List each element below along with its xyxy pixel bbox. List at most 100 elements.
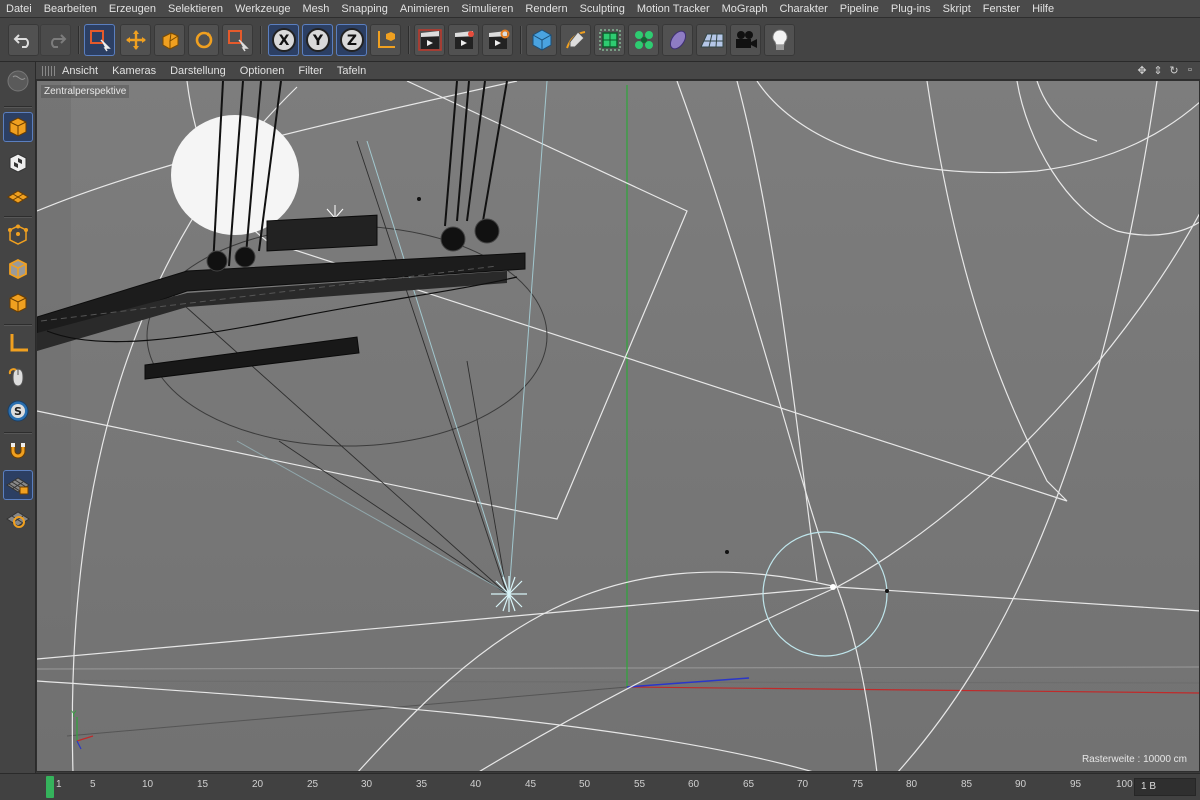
maximize-view-icon[interactable]: ▫: [1184, 64, 1196, 76]
add-light-button[interactable]: [764, 24, 795, 56]
model-mode-button[interactable]: [3, 66, 33, 96]
playhead-marker[interactable]: [46, 776, 54, 798]
scale-tool-button[interactable]: [154, 24, 185, 56]
select-arrow-icon: [89, 30, 111, 52]
coordinate-system-button[interactable]: [370, 24, 401, 56]
tick-label: 45: [525, 779, 537, 790]
redo-icon: [50, 34, 66, 48]
workplane-icon: [7, 190, 29, 204]
main-toolbar: X Y Z: [0, 18, 1200, 62]
points-mode-button[interactable]: [3, 220, 33, 250]
viewport-menu-darstellung[interactable]: Darstellung: [170, 65, 226, 77]
grid-spacing-label: Rasterweite : 10000 cm: [1081, 754, 1187, 765]
viewport-menu-tafeln[interactable]: Tafeln: [337, 65, 366, 77]
svg-text:Y: Y: [311, 33, 323, 49]
viewport-menu-optionen[interactable]: Optionen: [240, 65, 285, 77]
lock-z-axis-button[interactable]: Z: [336, 24, 367, 56]
menu-mograph[interactable]: MoGraph: [722, 3, 774, 15]
tick-label: 30: [361, 779, 373, 790]
polygons-mode-icon: [9, 293, 27, 313]
viewport-menu-filter[interactable]: Filter: [298, 65, 322, 77]
menu-erzeugen[interactable]: Erzeugen: [109, 3, 162, 15]
menu-motion-tracker[interactable]: Motion Tracker: [637, 3, 716, 15]
gizmo-y-label: Y: [70, 710, 77, 720]
axis-mode-button[interactable]: [3, 328, 33, 358]
polygons-mode-button[interactable]: [3, 288, 33, 318]
edges-mode-button[interactable]: [3, 254, 33, 284]
menu-bearbeiten[interactable]: Bearbeiten: [44, 3, 103, 15]
edges-mode-icon: [9, 258, 27, 280]
menu-datei[interactable]: Datei: [6, 3, 38, 15]
add-cube-button[interactable]: [526, 24, 557, 56]
perspective-viewport[interactable]: Y Zentralperspektive Rasterweite : 10000…: [36, 80, 1200, 772]
tick-label: 15: [197, 779, 209, 790]
undo-button[interactable]: [8, 24, 39, 56]
menu-bar: Datei Bearbeiten Erzeugen Selektieren We…: [0, 0, 1200, 18]
clapperboard-icon: [417, 29, 442, 51]
menu-pipeline[interactable]: Pipeline: [840, 3, 885, 15]
object-mode-button[interactable]: [3, 112, 33, 142]
render-to-viewer-icon: [454, 31, 474, 49]
tick-label: 85: [961, 779, 973, 790]
add-deformer-button[interactable]: [662, 24, 693, 56]
lock-y-axis-button[interactable]: Y: [302, 24, 333, 56]
add-camera-button[interactable]: [730, 24, 761, 56]
viewport-menu-kameras[interactable]: Kameras: [112, 65, 156, 77]
recent-tool-button[interactable]: [222, 24, 253, 56]
render-settings-button[interactable]: [482, 24, 513, 56]
viewport-grip-handle[interactable]: [42, 65, 56, 76]
timeline-ruler[interactable]: 1 5 10 15 20 25 30 35 40 45 50 55 60 65 …: [40, 774, 1133, 800]
solo-button[interactable]: S: [3, 396, 33, 426]
rotate-tool-button[interactable]: [188, 24, 219, 56]
magnet-icon: [10, 443, 26, 459]
scale-icon: [162, 32, 178, 50]
add-floor-button[interactable]: [696, 24, 727, 56]
menu-mesh[interactable]: Mesh: [302, 3, 335, 15]
viewport-menu-ansicht[interactable]: Ansicht: [62, 65, 98, 77]
redo-button[interactable]: [40, 24, 71, 56]
menu-charakter[interactable]: Charakter: [779, 3, 833, 15]
dolly-view-icon[interactable]: ⇕: [1152, 64, 1164, 77]
tweak-mouse-icon: [8, 368, 24, 387]
tick-label: 65: [743, 779, 755, 790]
tweak-mode-button[interactable]: [3, 362, 33, 392]
menu-snapping[interactable]: Snapping: [341, 3, 394, 15]
menu-selektieren[interactable]: Selektieren: [168, 3, 229, 15]
render-settings-icon: [488, 29, 509, 49]
current-frame-field[interactable]: 1 B: [1134, 778, 1196, 796]
render-picture-viewer-button[interactable]: [448, 24, 479, 56]
object-cube-icon: [9, 117, 27, 137]
menu-simulieren[interactable]: Simulieren: [461, 3, 519, 15]
render-view-button[interactable]: [414, 24, 445, 56]
tick-label: 90: [1015, 779, 1027, 790]
menu-hilfe[interactable]: Hilfe: [1032, 3, 1060, 15]
menu-sculpting[interactable]: Sculpting: [580, 3, 631, 15]
add-spline-pen-button[interactable]: [560, 24, 591, 56]
lock-x-axis-button[interactable]: X: [268, 24, 299, 56]
tick-label: 50: [579, 779, 591, 790]
menu-plugins[interactable]: Plug-ins: [891, 3, 937, 15]
tick-current-frame: 1: [56, 779, 62, 790]
locked-workplane-button[interactable]: [3, 470, 33, 500]
tick-label: 70: [797, 779, 809, 790]
axis-gizmo: Y: [70, 710, 94, 750]
move-tool-button[interactable]: [120, 24, 151, 56]
menu-rendern[interactable]: Rendern: [525, 3, 573, 15]
timeline-bar[interactable]: 1 5 10 15 20 25 30 35 40 45 50 55 60 65 …: [0, 773, 1200, 800]
viewport-nav-icons: ✥ ⇕ ↻ ▫: [1136, 64, 1196, 77]
live-selection-button[interactable]: [84, 24, 115, 56]
snapping-button[interactable]: [3, 436, 33, 466]
add-subdivision-button[interactable]: [594, 24, 625, 56]
menu-fenster[interactable]: Fenster: [983, 3, 1026, 15]
add-array-button[interactable]: [628, 24, 659, 56]
menu-werkzeuge[interactable]: Werkzeuge: [235, 3, 296, 15]
planar-workplane-button[interactable]: [3, 504, 33, 534]
rotate-view-icon[interactable]: ↻: [1168, 64, 1180, 77]
texture-mode-button[interactable]: [3, 148, 33, 178]
menu-animieren[interactable]: Animieren: [400, 3, 456, 15]
svg-text:Z: Z: [346, 33, 356, 49]
tick-label: 60: [688, 779, 700, 790]
move-view-icon[interactable]: ✥: [1136, 64, 1148, 77]
menu-skript[interactable]: Skript: [943, 3, 977, 15]
workplane-mode-button[interactable]: [3, 182, 33, 212]
